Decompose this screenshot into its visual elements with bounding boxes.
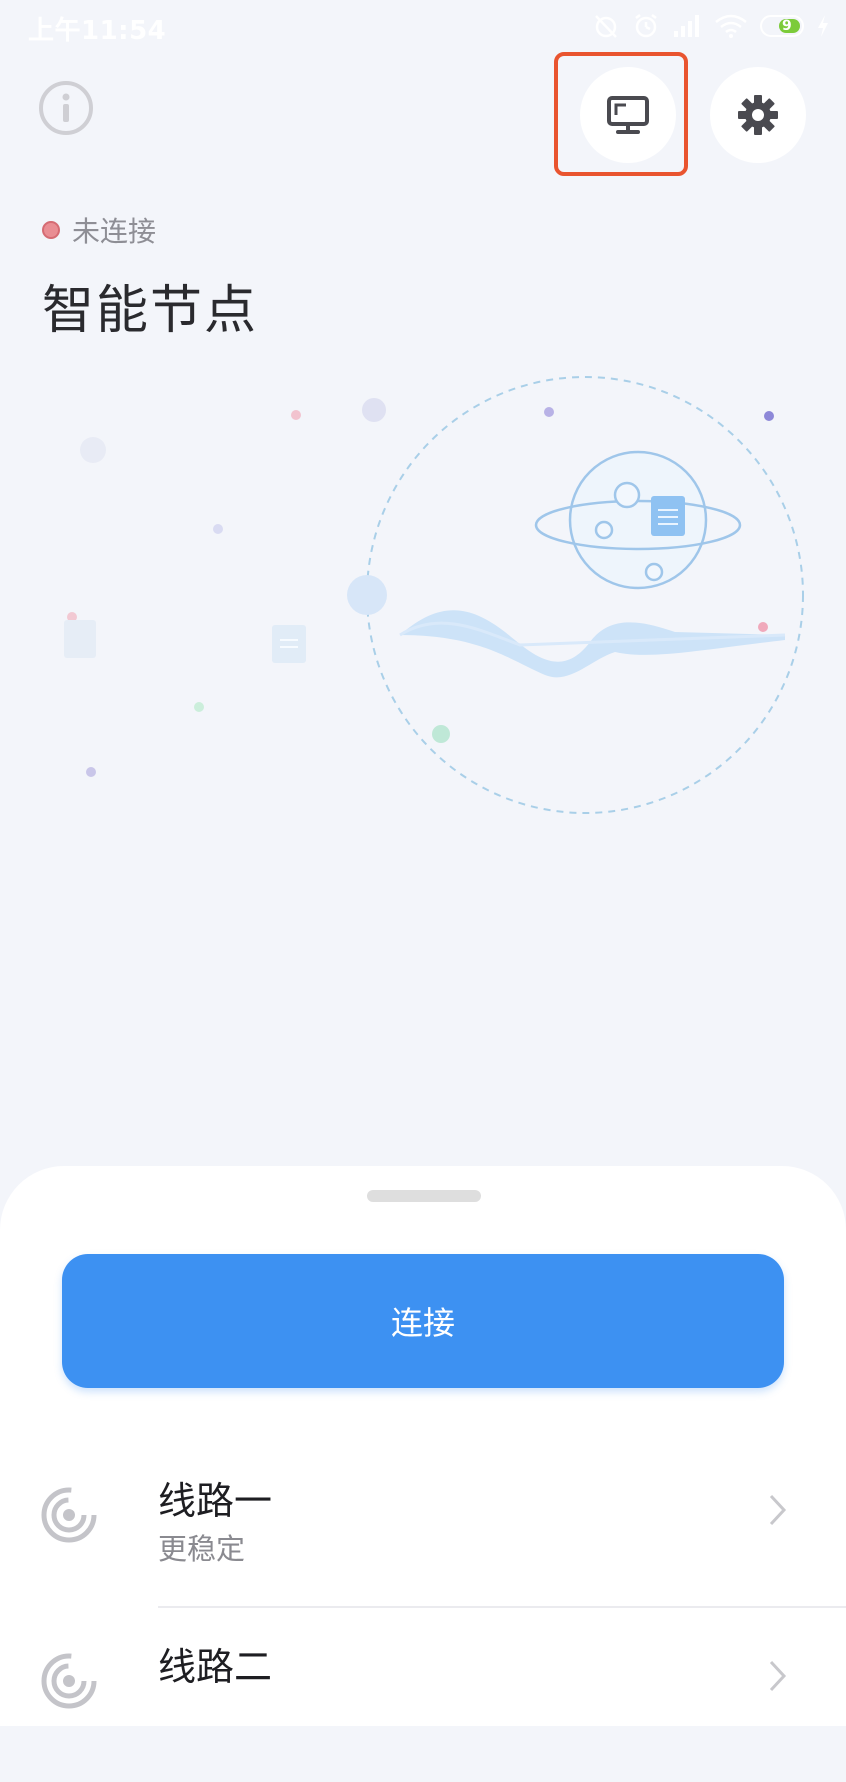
route-item-2[interactable]: 线路二: [0, 1632, 846, 1782]
chevron-right-icon: [769, 1494, 787, 1526]
route-item-1[interactable]: 线路一 更稳定: [0, 1466, 846, 1616]
wifi-icon: [715, 14, 747, 38]
info-icon[interactable]: [38, 80, 94, 136]
planet-illustration: [64, 376, 804, 814]
charging-icon: [818, 15, 828, 37]
sheet-drag-handle[interactable]: [367, 1190, 481, 1202]
status-icons: 9: [592, 10, 830, 42]
alarm-off-icon: [595, 15, 617, 38]
status-bar: 上午11:54 9: [0, 0, 846, 52]
node-name: 智能节点: [42, 281, 259, 341]
status-dot: [42, 221, 60, 239]
route-divider: [158, 1606, 846, 1608]
route-title: 线路二: [158, 1645, 273, 1689]
chevron-right-icon: [769, 1660, 787, 1692]
settings-button[interactable]: [710, 67, 806, 163]
route-signal-icon: [41, 1653, 97, 1709]
gear-icon: [738, 95, 778, 135]
route-subtitle: 更稳定: [158, 1532, 246, 1566]
bottom-sheet: 连接 线路一 更稳定 线路二: [0, 1166, 846, 1726]
status-label: 未连接: [72, 215, 157, 248]
alarm-clock-icon: [635, 14, 657, 38]
connection-status: 未连接: [42, 212, 156, 248]
battery-icon: 9: [760, 15, 804, 37]
signal-icon: [674, 15, 699, 37]
connect-button[interactable]: 连接: [62, 1254, 784, 1388]
status-time: 上午11:54: [28, 16, 167, 46]
battery-level: 9: [782, 18, 792, 34]
route-signal-icon: [41, 1487, 97, 1543]
highlight-box: [554, 52, 688, 176]
route-title: 线路一: [158, 1479, 273, 1523]
